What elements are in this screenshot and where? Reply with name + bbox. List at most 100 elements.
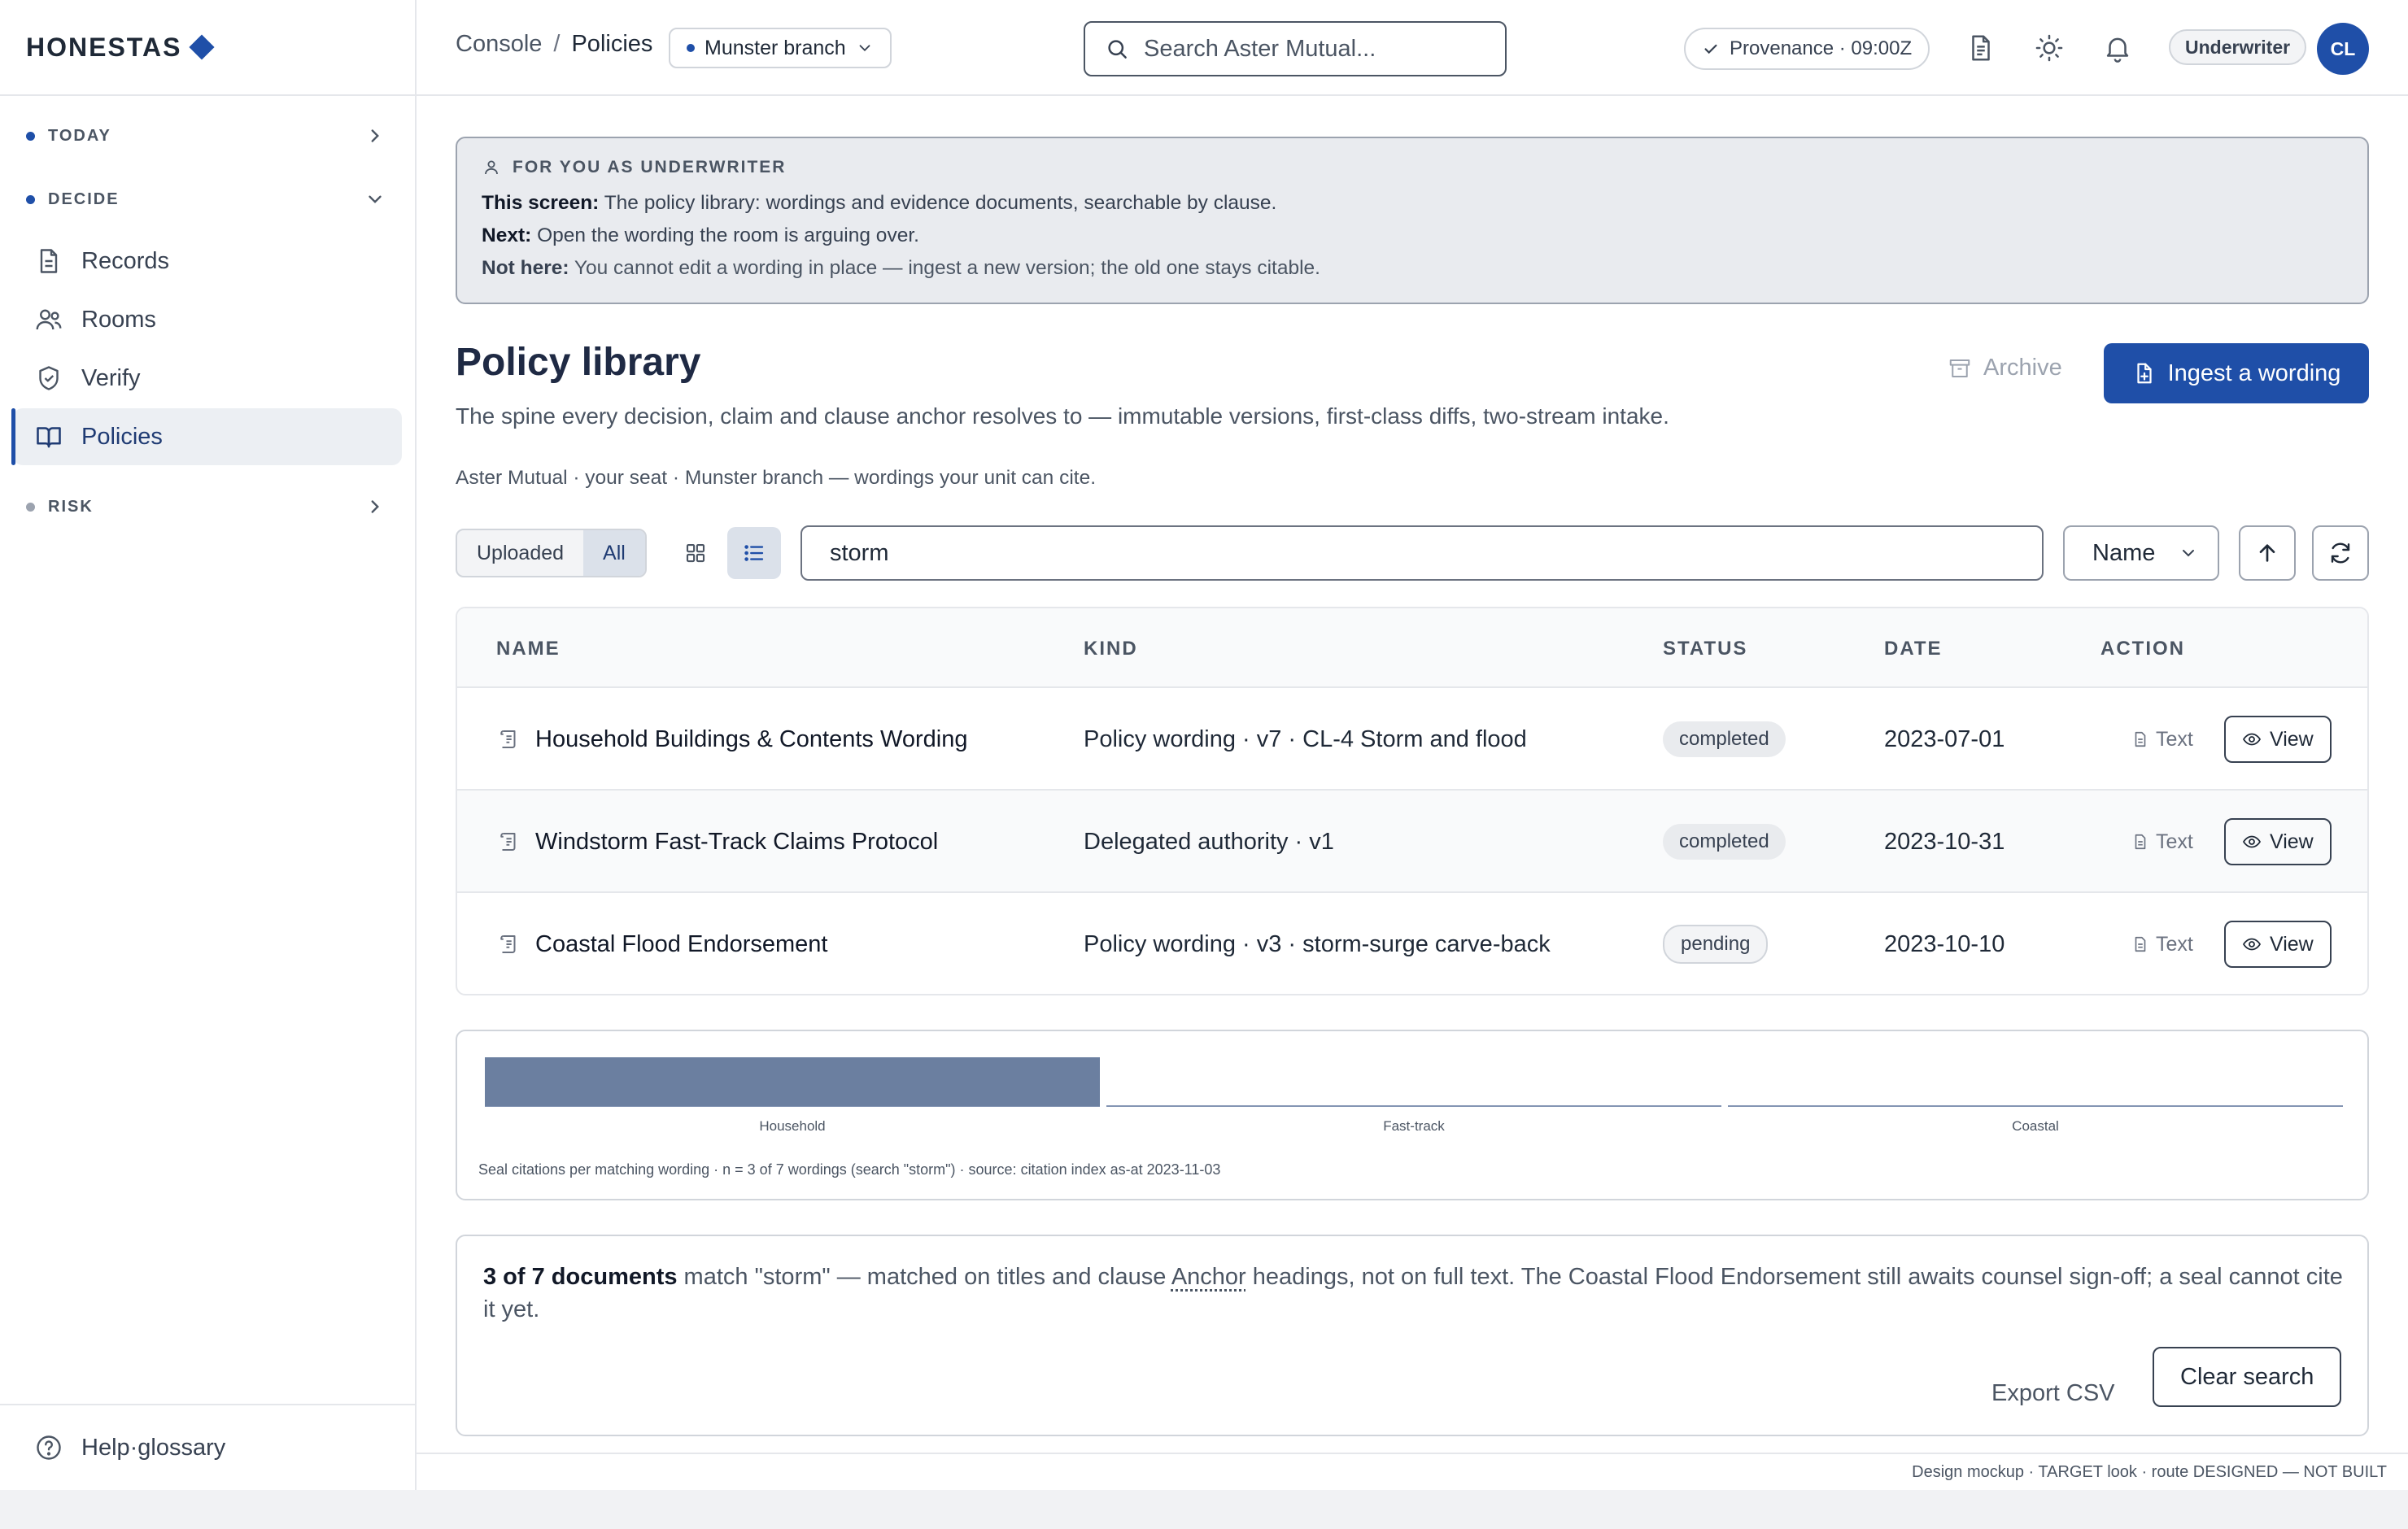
view-button[interactable]: View — [2224, 921, 2332, 968]
sidebar-item-rooms[interactable]: Rooms — [13, 291, 402, 348]
ingest-wording-button[interactable]: Ingest a wording — [2104, 343, 2369, 403]
list-view-button[interactable] — [727, 527, 781, 579]
text-link[interactable]: Text — [2131, 830, 2193, 854]
text-link[interactable]: Text — [2131, 728, 2193, 751]
provenance-label: Provenance · 09:00Z — [1730, 37, 1913, 59]
row-name-text: Windstorm Fast-Track Claims Protocol — [535, 828, 939, 855]
row-date: 2023-10-31 — [1884, 828, 2005, 855]
role-badge[interactable]: Underwriter — [2169, 29, 2307, 65]
segment-all[interactable]: All — [583, 530, 645, 576]
help-glossary-link[interactable]: Help·glossary — [0, 1404, 415, 1490]
sidebar-item-label: Policies — [81, 423, 163, 450]
callout-line-screen: This screen: The policy library: wording… — [482, 187, 2343, 220]
callout-heading: FOR YOU AS UNDERWRITER — [513, 158, 787, 176]
column-header-name[interactable]: NAME — [496, 638, 561, 660]
help-label: Help·glossary — [81, 1434, 226, 1461]
clear-search-button[interactable]: Clear search — [2153, 1347, 2342, 1407]
segment-uploaded[interactable]: Uploaded — [457, 530, 583, 576]
document-filter-input[interactable] — [800, 525, 2044, 581]
scroll-document-icon — [500, 833, 516, 851]
role-label: Underwriter — [2185, 36, 2291, 58]
archive-icon — [1949, 359, 1970, 377]
export-csv-button[interactable]: Export CSV — [1991, 1363, 2115, 1423]
column-header-date[interactable]: DATE — [1884, 638, 1943, 660]
book-icon — [37, 427, 61, 448]
sidebar-item-verify[interactable]: Verify — [13, 350, 402, 407]
column-header-kind[interactable]: KIND — [1084, 638, 1138, 660]
app-window: HONESTAS TODAY DECIDE Records Rooms Veri… — [0, 0, 2408, 1490]
summary-text-a: match "storm" — matched on titles and cl… — [677, 1264, 1171, 1290]
bell-icon[interactable] — [2102, 33, 2133, 63]
breadcrumb-current: Policies — [571, 31, 653, 57]
column-header-status[interactable]: STATUS — [1663, 638, 1747, 660]
breadcrumb-root[interactable]: Console — [456, 31, 542, 58]
eye-icon — [2242, 733, 2262, 746]
branch-selector[interactable]: Munster branch — [669, 28, 892, 68]
summary-text: 3 of 7 documents match "storm" — matched… — [483, 1261, 2346, 1326]
user-icon — [485, 160, 498, 175]
archive-button[interactable]: Archive — [1948, 355, 2062, 381]
scroll-document-icon — [500, 730, 516, 748]
sidebar-section-today[interactable]: TODAY — [0, 104, 415, 168]
refresh-button[interactable] — [2312, 525, 2369, 581]
list-icon — [744, 545, 764, 561]
sidebar-item-label: Records — [81, 247, 169, 274]
search-summary: 3 of 7 documents match "storm" — matched… — [456, 1235, 2369, 1436]
document-icon[interactable] — [1965, 33, 1996, 63]
file-icon — [40, 249, 58, 273]
sidebar-section-decide[interactable]: DECIDE — [0, 168, 415, 231]
section-dot-icon — [26, 194, 35, 204]
sidebar-item-label: Verify — [81, 364, 141, 391]
sidebar-item-records[interactable]: Records — [13, 233, 402, 290]
sun-icon[interactable] — [2034, 33, 2065, 63]
view-button[interactable]: View — [2224, 818, 2332, 865]
documents-table: NAME KIND STATUS DATE ACTION Household B… — [456, 607, 2369, 995]
table-row[interactable]: Coastal Flood Endorsement Policy wording… — [457, 893, 2367, 994]
callout-line-not-here: Not here: You cannot edit a wording in p… — [482, 252, 2343, 285]
role-guidance-callout: FOR YOU AS UNDERWRITER This screen: The … — [456, 137, 2369, 304]
sort-field-select[interactable]: Name — [2063, 525, 2219, 581]
row-name: Coastal Flood Endorsement — [496, 893, 827, 994]
section-dot-icon — [26, 131, 35, 141]
row-kind: Policy wording · v3 · storm-surge carve-… — [1084, 930, 1551, 957]
view-label: View — [2270, 830, 2314, 853]
row-view-cell: View — [2224, 791, 2332, 893]
table-row[interactable]: Windstorm Fast-Track Claims Protocol Del… — [457, 791, 2367, 893]
chart-bar-household — [485, 1057, 1100, 1106]
page-subtitle: The spine every decision, claim and clau… — [456, 403, 1669, 429]
text-link[interactable]: Text — [2131, 933, 2193, 956]
file-text-icon — [2135, 731, 2146, 747]
global-search-input[interactable]: Search Aster Mutual... — [1084, 21, 1507, 76]
row-status: completed — [1663, 688, 1786, 791]
mockup-footer: Design mockup · TARGET look · route DESI… — [417, 1453, 2408, 1490]
archive-label: Archive — [1983, 355, 2062, 381]
row-text-link-cell: Text — [2131, 791, 2193, 893]
row-name-text: Household Buildings & Contents Wording — [535, 725, 968, 752]
avatar[interactable]: CL — [2317, 23, 2369, 75]
grid-view-button[interactable] — [669, 527, 722, 579]
sort-direction-button[interactable] — [2239, 525, 2296, 581]
column-header-action: ACTION — [2100, 638, 2185, 660]
view-button[interactable]: View — [2224, 716, 2332, 763]
row-date: 2023-10-10 — [1884, 930, 2005, 957]
table-row[interactable]: Household Buildings & Contents Wording P… — [457, 688, 2367, 791]
brand-diamond-icon — [189, 34, 215, 60]
provenance-badge[interactable]: Provenance · 09:00Z — [1684, 28, 1930, 70]
summary-count: 3 of 7 documents — [483, 1264, 678, 1290]
chart-category-label: Coastal — [2012, 1118, 2059, 1134]
sidebar: HONESTAS TODAY DECIDE Records Rooms Veri… — [0, 0, 417, 1490]
anchor-glossary-term[interactable]: Anchor — [1171, 1264, 1246, 1290]
callout-text: You cannot edit a wording in place — ing… — [569, 257, 1320, 279]
sidebar-section-risk[interactable]: RISK — [0, 475, 415, 538]
check-icon — [1704, 44, 1717, 54]
sidebar-item-policies[interactable]: Policies — [11, 408, 402, 465]
brand[interactable]: HONESTAS — [0, 0, 415, 96]
search-placeholder: Search Aster Mutual... — [1144, 35, 1376, 62]
row-name: Household Buildings & Contents Wording — [496, 688, 967, 791]
view-label: View — [2270, 932, 2314, 956]
users-icon — [36, 309, 62, 330]
breadcrumb-separator: / — [553, 31, 561, 57]
refresh-icon — [2331, 542, 2350, 564]
row-status: completed — [1663, 791, 1786, 893]
table-header: NAME KIND STATUS DATE ACTION — [457, 608, 2367, 688]
